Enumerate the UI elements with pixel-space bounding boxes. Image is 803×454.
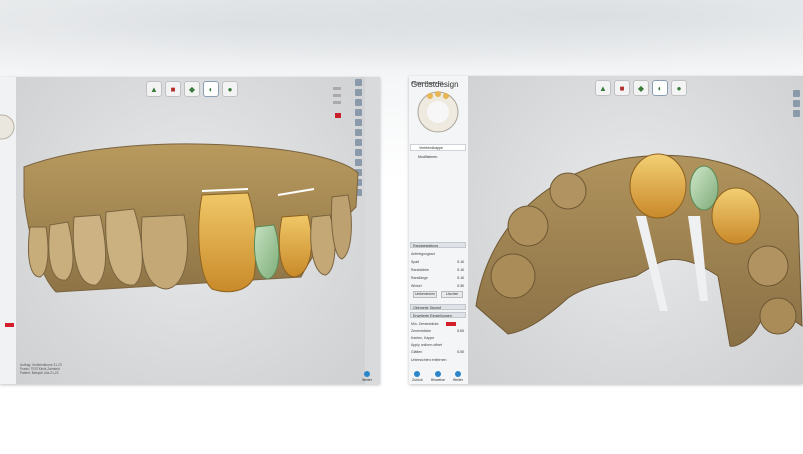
row-value[interactable]: 0.10 bbox=[457, 260, 464, 264]
nav-hints-button[interactable]: Hinweise bbox=[431, 371, 445, 382]
section-oberseite[interactable]: Oberseite Stumpf bbox=[410, 304, 466, 310]
row-label: Kanten, Kappe bbox=[411, 336, 435, 340]
footer-info: Auftrag: Verblendkrone 21-23 Praxis: TES… bbox=[20, 363, 62, 375]
left-bottom-nav: Weiter bbox=[362, 371, 372, 382]
left-monitor-window: ▲ ■ ◆ ◐ ● Auftrag: Verblendkrone 21-23 P… bbox=[0, 77, 380, 384]
right-monitor-window: Verblendkappe 21 Verblendkappe Modifizie… bbox=[409, 76, 803, 384]
row-value[interactable]: 0.00 bbox=[457, 350, 464, 354]
gold-crown bbox=[711, 187, 761, 245]
dental-model-occlusal-view bbox=[475, 153, 803, 347]
row-label: Winkel bbox=[411, 284, 422, 288]
list-item-label: Modifizieren bbox=[418, 155, 438, 159]
framework-design-panel: Verblendkappe 21 Verblendkappe Modifizie… bbox=[409, 76, 469, 384]
row-label: Apply uniform offset bbox=[411, 343, 442, 347]
row-label: Min. Zementdicke bbox=[411, 322, 439, 326]
nav-label: Weiter bbox=[361, 378, 372, 382]
row-label: Randlänge bbox=[411, 276, 428, 280]
row-label: Anfertigungsart bbox=[411, 252, 435, 256]
gold-crown bbox=[629, 153, 687, 219]
molar bbox=[507, 205, 549, 247]
gold-crown bbox=[278, 214, 312, 278]
nav-next-button[interactable]: Weiter bbox=[362, 371, 372, 382]
molar bbox=[549, 172, 587, 210]
dental-model-front-view bbox=[23, 143, 359, 293]
left-side-panel-strip bbox=[0, 77, 17, 384]
arrow-right-icon bbox=[363, 371, 370, 377]
eye-icon bbox=[434, 371, 441, 377]
arrow-left-icon bbox=[414, 371, 421, 377]
nav-label: Zurück bbox=[412, 378, 423, 382]
right-bottom-nav: Zurück Hinweise Weiter bbox=[412, 371, 463, 382]
umbenennen-button[interactable]: Umbenennen bbox=[413, 291, 437, 298]
nav-label: Hinweise bbox=[430, 378, 445, 382]
nav-next-button[interactable]: Weiter bbox=[453, 371, 463, 382]
tooth bbox=[48, 221, 74, 281]
molar bbox=[759, 297, 797, 335]
checkbox-label[interactable]: Untersichten entfernen bbox=[411, 358, 446, 362]
green-prep bbox=[689, 165, 719, 211]
min-cement-field[interactable] bbox=[446, 322, 456, 326]
row-value[interactable]: 0.10 bbox=[457, 276, 464, 280]
panel-title: Gerüstdesign bbox=[411, 80, 459, 89]
molar bbox=[490, 253, 536, 299]
background-haze bbox=[0, 0, 803, 80]
tooth-thumb-icon bbox=[0, 114, 15, 140]
alert-field[interactable] bbox=[5, 323, 14, 327]
row-label: Randstärke bbox=[411, 268, 429, 272]
list-item-verblendkappe[interactable]: Verblendkappe bbox=[410, 144, 466, 151]
row-label: Zementdicke bbox=[411, 329, 432, 333]
loeschen-button[interactable]: Löschen bbox=[441, 291, 463, 298]
nav-back-button[interactable]: Zurück bbox=[412, 371, 423, 382]
row-value[interactable]: 0.30 bbox=[457, 284, 464, 288]
list-item-modifizieren[interactable]: Modifizieren bbox=[410, 154, 466, 161]
gold-crown bbox=[198, 192, 257, 293]
row-label: Spalt bbox=[411, 260, 419, 264]
arrow-right-icon bbox=[454, 371, 461, 377]
tooth-chart-icon[interactable] bbox=[414, 88, 462, 136]
tooth bbox=[27, 226, 49, 278]
list-item-label: Verblendkappe bbox=[419, 146, 443, 150]
row-value[interactable]: 0.00 bbox=[457, 329, 464, 333]
footer-line: Patient: Beispiel Lilla 21-23 bbox=[20, 371, 59, 375]
row-value[interactable]: 0.10 bbox=[457, 268, 464, 272]
row-label: Glätten bbox=[411, 350, 423, 354]
section-randgestaltung[interactable]: Randgestaltung bbox=[410, 242, 466, 248]
right-3d-viewport[interactable]: ▲ ■ ◆ ◐ ● bbox=[468, 76, 803, 384]
section-erweiterte[interactable]: Erweiterte Einstellungen bbox=[410, 312, 466, 318]
molar bbox=[747, 245, 789, 287]
nav-label: Weiter bbox=[452, 378, 463, 382]
left-3d-viewport[interactable]: ▲ ■ ◆ ◐ ● bbox=[16, 77, 365, 384]
